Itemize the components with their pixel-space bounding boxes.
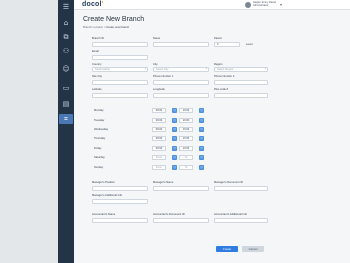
clock-icon[interactable]: ◷ — [172, 108, 177, 113]
breadcrumb-current: Create new branch — [105, 25, 130, 29]
clock-icon[interactable]: ◷ — [199, 146, 204, 151]
to-time[interactable]: 16:00 — [179, 127, 193, 132]
level-label: Level — [246, 43, 253, 46]
day-label: Monday — [94, 109, 104, 112]
to-time[interactable]: 16:00 — [179, 108, 193, 113]
home-icon[interactable]: ⌂ — [61, 19, 71, 27]
email-label: Email — [92, 50, 99, 53]
accountant-add-info-field[interactable] — [214, 218, 268, 223]
org-icon[interactable]: ⧉ — [61, 33, 71, 41]
to-time[interactable]: To — [179, 165, 193, 170]
mgr-doc-id-field[interactable] — [214, 186, 268, 191]
from-time[interactable]: 09:00 — [152, 108, 166, 113]
app-logo[interactable]: docol' — [82, 1, 104, 8]
from-time[interactable]: 09:00 — [152, 136, 166, 141]
mgr-add-info-label: Manager's Additional Info — [92, 194, 123, 197]
branch-id-label: Branch ID — [92, 37, 104, 40]
email-field[interactable] — [92, 55, 148, 60]
chart-icon[interactable]: ▤ — [61, 100, 71, 108]
user-info[interactable]: Hagler Jonny Darrel Administrator — [253, 1, 276, 7]
city-select[interactable]: Select City — [153, 67, 209, 72]
clock-icon[interactable]: ◷ — [199, 136, 204, 141]
plus-code-label: Plus code # — [214, 88, 229, 91]
mgr-name-label: Manager's Name — [153, 181, 174, 184]
users-icon[interactable]: ⚇ — [61, 47, 71, 55]
mgr-add-info-field[interactable] — [92, 199, 148, 204]
latitude-field[interactable] — [92, 93, 148, 98]
cancel-button[interactable]: Cancel — [242, 246, 264, 252]
site-city-field[interactable] — [92, 80, 148, 85]
site-city-label: Site City — [92, 75, 103, 78]
sidebar-rail: ☰ ⌂ ⧉ ⚇ ☺ ▭ ▤ ⚙ ⌗ — [58, 0, 74, 263]
phone2-label: Phone Number 2 — [214, 75, 235, 78]
accountant-add-info-label: Accountant's Additional Info — [214, 213, 247, 216]
country-select[interactable]: Saudi Arabia — [92, 67, 148, 72]
to-time[interactable]: 16:00 — [179, 118, 193, 123]
user-icon[interactable]: ☺ — [61, 65, 71, 73]
main-content: Create New Branch Branch Location / Crea… — [74, 10, 350, 263]
menu-icon[interactable]: ☰ — [61, 3, 71, 11]
city-label: City — [153, 63, 158, 66]
mgr-position-field[interactable] — [92, 186, 148, 191]
longitude-field[interactable] — [153, 93, 209, 98]
breadcrumb-root[interactable]: Branch Location — [83, 25, 103, 29]
branch-id-field[interactable] — [92, 42, 148, 47]
day-label: Friday — [94, 147, 102, 150]
mgr-name-field[interactable] — [153, 186, 209, 191]
accountant-name-field[interactable] — [92, 218, 148, 223]
clock-icon[interactable]: ◷ — [172, 136, 177, 141]
clock-icon[interactable]: ◷ — [172, 127, 177, 132]
country-label: Country — [92, 63, 102, 66]
clock-icon[interactable]: ◷ — [199, 127, 204, 132]
from-time[interactable]: From — [152, 155, 166, 160]
to-time[interactable]: 16:00 — [179, 136, 193, 141]
clock-icon[interactable]: ◷ — [199, 155, 204, 160]
breadcrumb: Branch Location / Create new branch — [83, 25, 130, 29]
day-label: Thursday — [94, 137, 106, 140]
longitude-label: Longitude — [153, 88, 165, 91]
parent-label: Parent — [214, 37, 222, 40]
phone1-field[interactable] — [153, 80, 209, 85]
region-label: Region — [214, 63, 223, 66]
mgr-position-label: Manager's Position — [92, 181, 115, 184]
user-role: Administrator — [253, 4, 269, 7]
day-label: Wednesday — [94, 128, 109, 131]
phone1-label: Phone Number 1 — [153, 75, 174, 78]
latitude-label: Latitude — [92, 88, 102, 91]
accountant-doc-id-field[interactable] — [153, 218, 209, 223]
page-title: Create New Branch — [83, 16, 145, 23]
region-select[interactable]: Select Region — [214, 67, 268, 72]
top-bar: docol' Hagler Jonny Darrel Administrator… — [74, 0, 350, 10]
clock-icon[interactable]: ◷ — [199, 165, 204, 170]
to-time[interactable]: 16:00 — [179, 146, 193, 151]
plus-code-field[interactable] — [214, 93, 268, 98]
mgr-doc-id-label: Manager's Document ID — [214, 181, 243, 184]
create-button[interactable]: Create — [216, 246, 238, 252]
accountant-name-label: Accountant's Name — [92, 213, 116, 216]
clock-icon[interactable]: ◷ — [172, 118, 177, 123]
clock-icon[interactable]: ◷ — [172, 165, 177, 170]
chevron-down-icon[interactable]: ▾ — [280, 2, 282, 7]
clock-icon[interactable]: ◷ — [172, 146, 177, 151]
branch-icon[interactable]: ⌗ — [59, 114, 73, 124]
card-icon[interactable]: ▭ — [61, 84, 71, 92]
day-label: Tuesday — [94, 119, 105, 122]
parent-field[interactable]: 0 — [214, 42, 240, 47]
to-time[interactable]: To — [179, 155, 193, 160]
name-label: Name — [153, 37, 161, 40]
clock-icon[interactable]: ◷ — [199, 108, 204, 113]
accountant-doc-id-label: Accountant's Document ID — [153, 213, 185, 216]
day-label: Saturday — [94, 156, 105, 159]
avatar[interactable] — [245, 2, 251, 8]
clock-icon[interactable]: ◷ — [172, 155, 177, 160]
phone2-field[interactable] — [214, 80, 268, 85]
from-time[interactable]: 09:00 — [152, 146, 166, 151]
day-label: Sunday — [94, 166, 104, 169]
from-time[interactable]: 09:00 — [152, 118, 166, 123]
clock-icon[interactable]: ◷ — [199, 118, 204, 123]
from-time[interactable]: From — [152, 165, 166, 170]
name-field[interactable] — [153, 42, 209, 47]
from-time[interactable]: 09:00 — [152, 127, 166, 132]
